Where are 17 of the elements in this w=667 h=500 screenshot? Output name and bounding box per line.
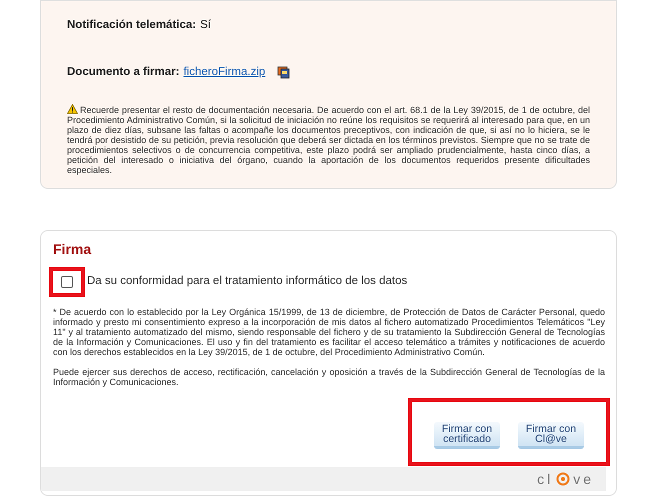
field-label: Notificación telemática: (67, 18, 196, 33)
field-value: Sí (200, 18, 211, 33)
sign-button[interactable]: Firmar con certificado (434, 422, 500, 449)
sign-button[interactable]: Firmar con Cl@ve (518, 422, 584, 449)
logo-text: cl (537, 470, 554, 488)
notice-text: Recuerde presentar el resto de documentación necesaria. De acuerdo con el art. 68.1 de la Ley 39/2015, de 1 de octubre, del Procedimiento Administrativo Común, si la solicitud de iniciación no reúne los requisitos se requerirá al interesado para que, en un plazo de diez días, subsane las faltas o acompañe los documentos preceptivos, con indicación de que, si así no lo hiciera, se le tendrá por desistido de su petición, previa resolución que deberá ser dictada en los términos previstos. Siempre que no se trate de procedimientos selectivos o de concurrencia competitiva, este plazo podrá ser ampliado prudencialmente, hasta cinco días, a petición del interesado o iniciativa del órgano, cuando la aportación de los documentos requeridos presente dificultades especiales. (67, 104, 590, 174)
consent-label: Da su conformidad para el tratamiento informático de los datos (87, 274, 408, 290)
section-title: Firma (53, 240, 92, 259)
logo-text: ve (573, 470, 594, 488)
legal-text: Puede ejercer sus derechos de acceso, rectificación, cancelación y oposición a través de la Subdirección General de Tecnologías de la Información y Comunicaciones. (53, 367, 605, 387)
warning-icon (67, 104, 78, 114)
ring-icon (556, 472, 570, 486)
file-link[interactable]: ficheroFirma.zip (183, 64, 266, 82)
file-icon[interactable] (277, 66, 290, 80)
legal-text: * De acuerdo con lo establecido por la Ley Orgánica 15/1999, de 13 de diciembre, de Protección de Datos de Carácter Personal, quedo informado y presto mi consentimiento expreso a la incorporación de mis datos al fichero automatizado Procedimientos Telemáticos "Ley 11" y al tratamiento automatizado del mismo, siendo responsable del fichero y de su tratamiento la Subdirección General de Tecnologías de la Información y Comunicaciones. El uso y fin del tratamiento es facilitar el acceso telemático a trámites y notificaciones de acuerdo con los derechos establecidos en la Ley 39/2015, de 1 de octubre, del Procedimiento Administrativo Común. (53, 307, 605, 357)
consent-checkbox[interactable] (61, 276, 73, 288)
field-label: Documento a firmar: (67, 65, 180, 80)
